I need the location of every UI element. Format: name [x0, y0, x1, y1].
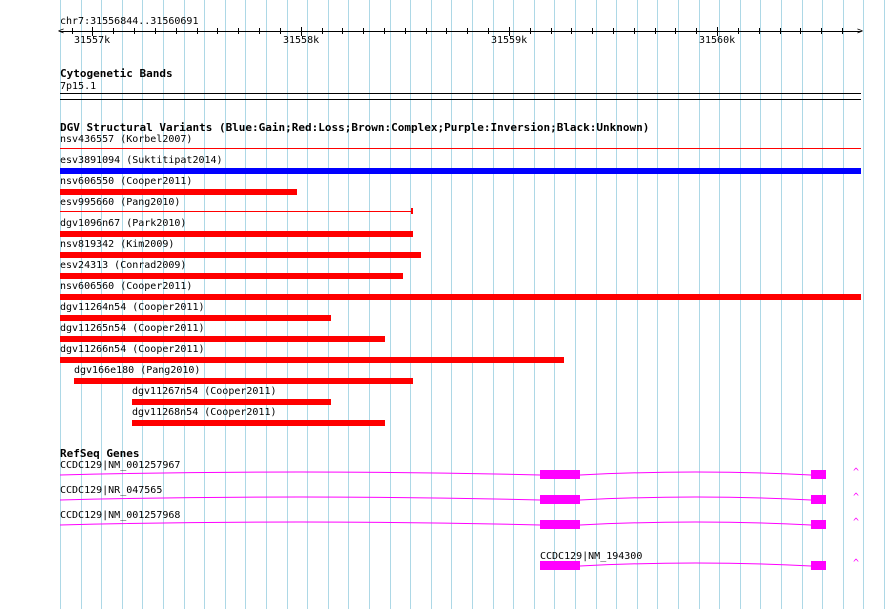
- ruler-minor-tick: [592, 28, 593, 34]
- ruler-axis: [60, 31, 861, 32]
- gene-intron-line: [59, 471, 812, 476]
- ruler-tick-label: 31560k: [699, 35, 736, 46]
- gene-intron-line: [59, 521, 812, 526]
- ruler-minor-tick: [467, 28, 468, 34]
- variant-bar: [60, 148, 861, 149]
- gene-exon: [811, 470, 826, 479]
- variant-label: nsv436557 (Korbel2007): [60, 134, 193, 145]
- ruler-minor-tick: [634, 28, 635, 34]
- gene-exon: [540, 495, 580, 504]
- gene-exon: [540, 561, 580, 570]
- ruler-minor-tick: [113, 28, 114, 34]
- variant-bar: [132, 420, 385, 426]
- ruler-minor-tick: [363, 28, 364, 34]
- variant-label: nsv606550 (Cooper2011): [60, 176, 193, 187]
- ruler-minor-tick: [405, 28, 406, 34]
- strand-arrow-icon: ^: [853, 517, 860, 528]
- ruler-arrow-right: >: [857, 26, 864, 37]
- dgv-title: DGV Structural Variants (Blue:Gain;Red:L…: [60, 121, 650, 134]
- variant-bar: [60, 211, 411, 212]
- ruler-minor-tick: [780, 28, 781, 34]
- gene-exon: [540, 520, 580, 529]
- ruler-minor-tick: [197, 28, 198, 34]
- ruler-minor-tick: [280, 28, 281, 34]
- ruler-minor-tick: [322, 28, 323, 34]
- variant-bar: [60, 252, 421, 258]
- cytobands-title: Cytogenetic Bands: [60, 67, 173, 80]
- variant-bar: [74, 378, 413, 384]
- variant-label: nsv819342 (Kim2009): [60, 239, 175, 250]
- variant-label: dgv11264n54 (Cooper2011): [60, 302, 205, 313]
- ruler-minor-tick: [238, 28, 239, 34]
- ruler-minor-tick: [759, 28, 760, 34]
- cytoband-line-top: [60, 93, 861, 94]
- ruler-minor-tick: [655, 28, 656, 34]
- ruler-minor-tick: [155, 28, 156, 34]
- variant-label: dgv11265n54 (Cooper2011): [60, 323, 205, 334]
- gene-intron-line: [579, 562, 812, 567]
- ruler-tick-label: 31557k: [74, 35, 111, 46]
- ruler-minor-tick: [217, 28, 218, 34]
- ruler-tick-label: 31558k: [283, 35, 320, 46]
- variant-bar: [60, 294, 861, 300]
- ruler-tick-label: 31559k: [491, 35, 528, 46]
- ruler-minor-tick: [738, 28, 739, 34]
- variant-bar: [60, 357, 564, 363]
- ruler-minor-tick: [446, 28, 447, 34]
- variant-label: esv24313 (Conrad2009): [60, 260, 187, 271]
- variant-bar: [60, 315, 331, 321]
- variant-label: esv3891094 (Suktitipat2014): [60, 155, 223, 166]
- gene-exon: [811, 561, 826, 570]
- ruler-minor-tick: [800, 28, 801, 34]
- ruler-minor-tick: [72, 28, 73, 34]
- ruler-minor-tick: [384, 28, 385, 34]
- strand-arrow-icon: ^: [853, 492, 860, 503]
- cytoband-label: 7p15.1: [60, 81, 97, 92]
- variant-bar: [60, 273, 403, 279]
- ruler-arrow-left: <: [58, 26, 65, 37]
- variant-label: esv995660 (Pang2010): [60, 197, 181, 208]
- variant-label: dgv1096n67 (Park2010): [60, 218, 187, 229]
- variant-label: nsv606560 (Cooper2011): [60, 281, 193, 292]
- gene-exon: [540, 470, 580, 479]
- ruler-minor-tick: [675, 28, 676, 34]
- ruler-minor-tick: [551, 28, 552, 34]
- ruler-minor-tick: [696, 28, 697, 34]
- strand-arrow-icon: ^: [853, 558, 860, 569]
- ruler-minor-tick: [842, 28, 843, 34]
- variant-bar: [60, 336, 385, 342]
- ruler-minor-tick: [342, 28, 343, 34]
- variant-bar: [60, 231, 413, 237]
- variant-bar-end: [411, 208, 413, 214]
- gene-exon: [811, 520, 826, 529]
- variant-label: dgv11266n54 (Cooper2011): [60, 344, 205, 355]
- gene-exon: [811, 495, 826, 504]
- location-label: chr7:31556844..31560691: [60, 16, 199, 27]
- variant-label: dgv166e180 (Pang2010): [74, 365, 201, 376]
- genome-browser: chr7:31556844..31560691 < > 31557k 31558k…: [0, 0, 890, 609]
- ruler-minor-tick: [821, 28, 822, 34]
- variant-bar: [60, 189, 297, 195]
- refseq-title: RefSeq Genes: [60, 447, 140, 460]
- variant-bar: [60, 168, 861, 174]
- variant-label: dgv11268n54 (Cooper2011): [132, 407, 277, 418]
- ruler-minor-tick: [530, 28, 531, 34]
- cytoband-line-bottom: [60, 99, 861, 100]
- ruler-minor-tick: [426, 28, 427, 34]
- strand-arrow-icon: ^: [853, 467, 860, 478]
- ruler-minor-tick: [613, 28, 614, 34]
- ruler-minor-tick: [488, 28, 489, 34]
- ruler-minor-tick: [176, 28, 177, 34]
- ruler-minor-tick: [259, 28, 260, 34]
- variant-bar: [132, 399, 331, 405]
- ruler-minor-tick: [571, 28, 572, 34]
- ruler-minor-tick: [134, 28, 135, 34]
- gene-intron-line: [59, 496, 812, 501]
- variant-label: dgv11267n54 (Cooper2011): [132, 386, 277, 397]
